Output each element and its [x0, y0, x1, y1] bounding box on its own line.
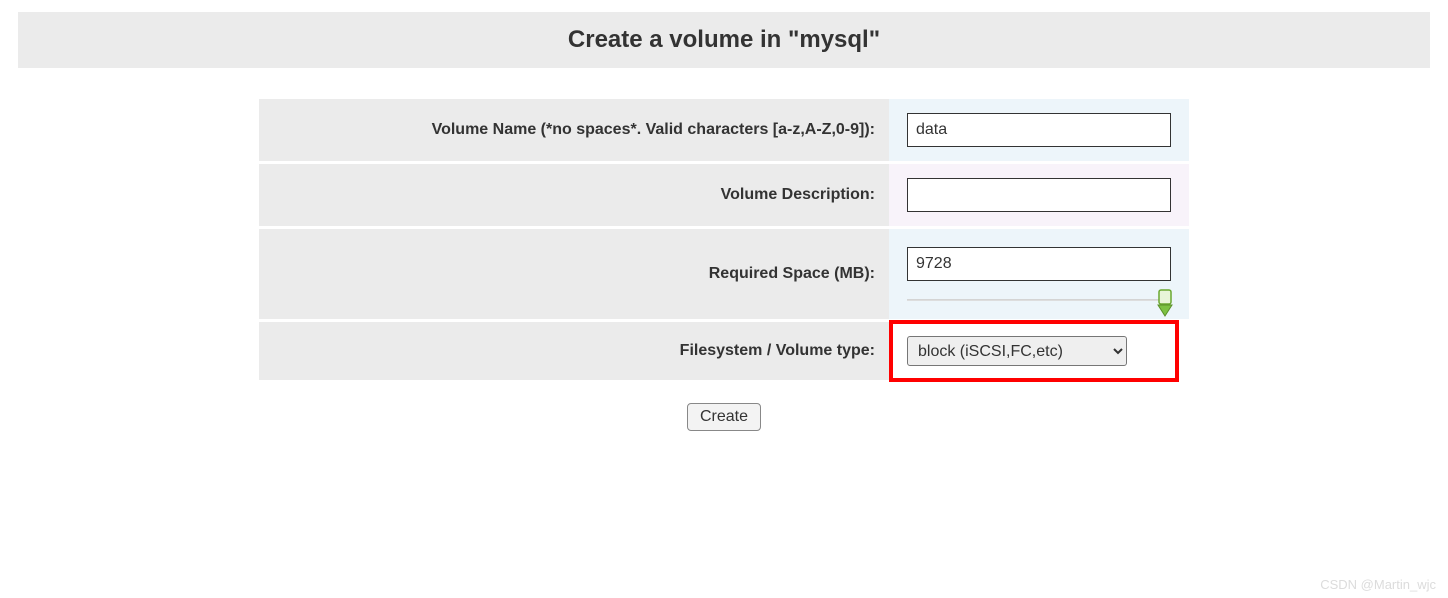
cell-volume-name: [889, 99, 1189, 161]
slider-track: [907, 299, 1171, 301]
watermark-text: CSDN @Martin_wjc: [1320, 577, 1436, 592]
submit-row: Create: [18, 383, 1430, 431]
row-required-space: Required Space (MB):: [259, 229, 1189, 319]
row-volume-name: Volume Name (*no spaces*. Valid characte…: [259, 99, 1189, 161]
volume-form: Volume Name (*no spaces*. Valid characte…: [259, 96, 1189, 383]
row-volume-description: Volume Description:: [259, 164, 1189, 226]
label-volume-name: Volume Name (*no spaces*. Valid characte…: [259, 99, 889, 161]
create-button[interactable]: Create: [687, 403, 761, 431]
cell-required-space: [889, 229, 1189, 319]
page-header: Create a volume in "mysql": [18, 12, 1430, 68]
required-space-input[interactable]: [907, 247, 1171, 281]
page-title: Create a volume in "mysql": [18, 26, 1430, 54]
label-required-space: Required Space (MB):: [259, 229, 889, 319]
volume-name-input[interactable]: [907, 113, 1171, 147]
space-slider[interactable]: [907, 299, 1171, 301]
slider-handle-icon[interactable]: [1155, 289, 1175, 317]
cell-filesystem-type: block (iSCSI,FC,etc): [889, 322, 1189, 380]
label-volume-description: Volume Description:: [259, 164, 889, 226]
row-filesystem-type: Filesystem / Volume type: block (iSCSI,F…: [259, 322, 1189, 380]
label-filesystem-type: Filesystem / Volume type:: [259, 322, 889, 380]
volume-description-input[interactable]: [907, 178, 1171, 212]
cell-volume-description: [889, 164, 1189, 226]
filesystem-type-select[interactable]: block (iSCSI,FC,etc): [907, 336, 1127, 366]
